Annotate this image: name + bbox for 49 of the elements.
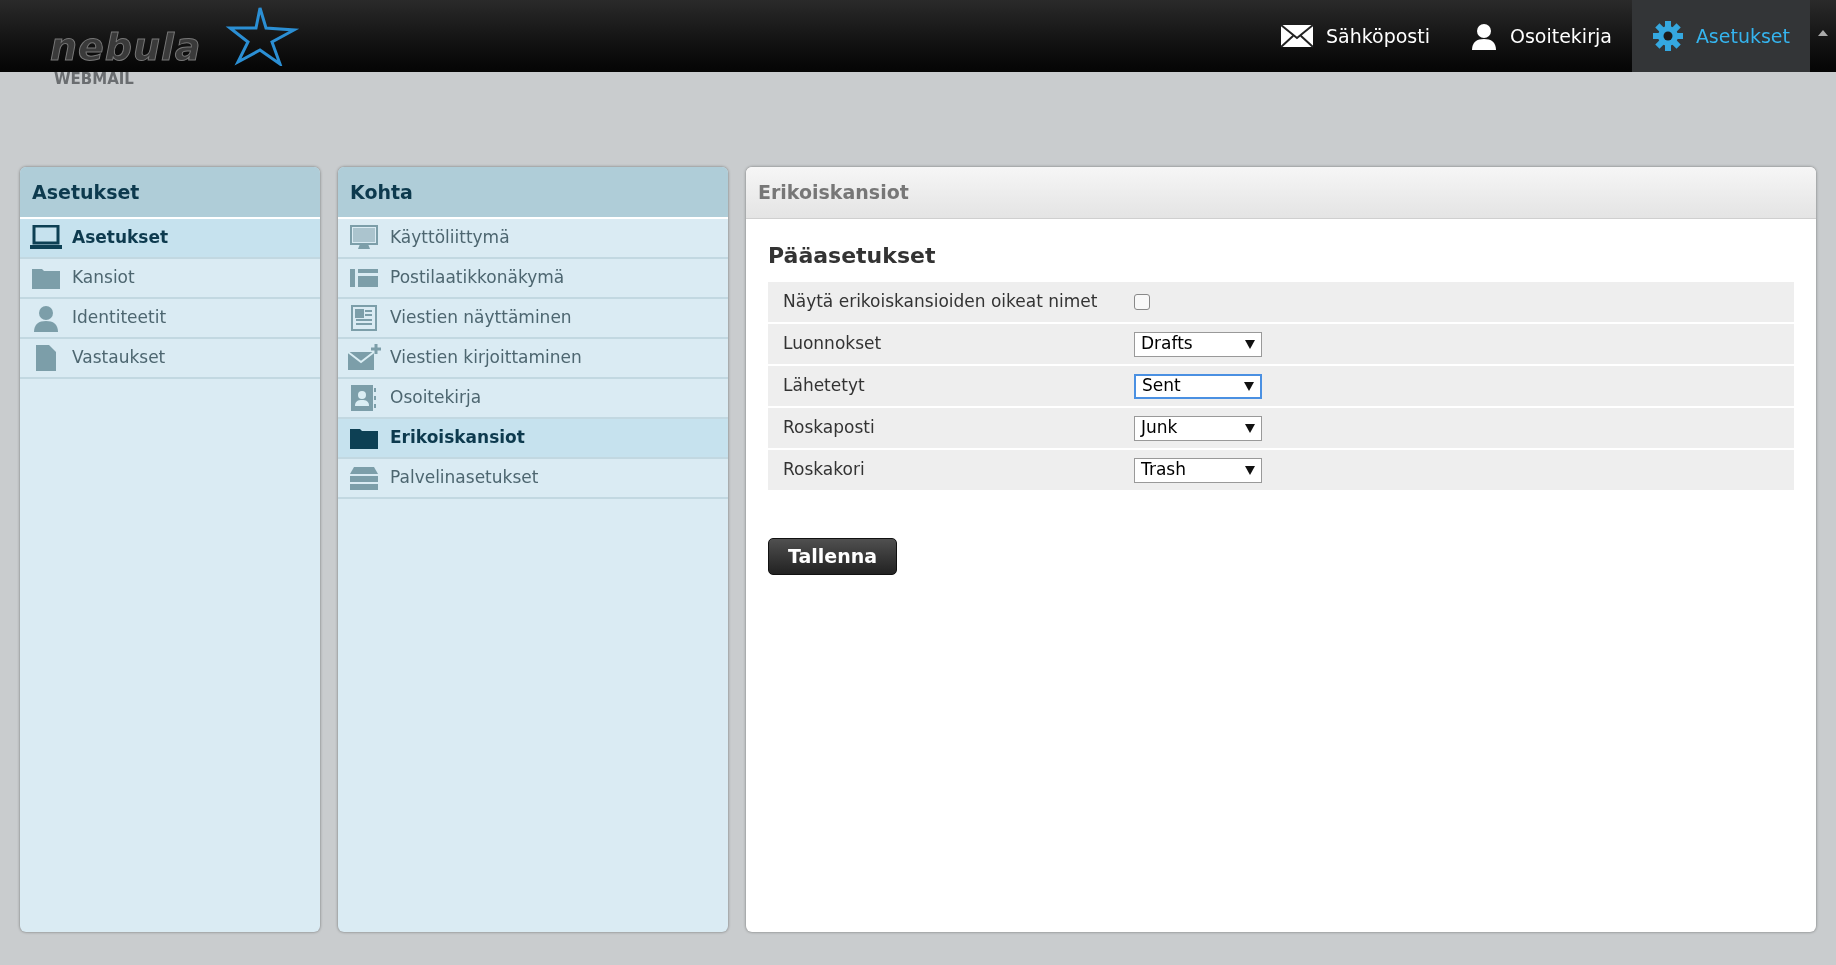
list-item[interactable]: Kansiot bbox=[20, 259, 320, 299]
dropdown-arrow-icon bbox=[1245, 339, 1255, 349]
envelope-icon bbox=[1279, 24, 1314, 48]
save-button[interactable]: Tallenna bbox=[768, 538, 898, 575]
field-label: Roskaposti bbox=[782, 416, 876, 440]
dropdown[interactable]: Sent bbox=[1134, 373, 1262, 399]
folder-icon bbox=[32, 267, 60, 289]
server-icon bbox=[350, 466, 378, 490]
dropdown[interactable]: Trash bbox=[1134, 457, 1262, 483]
dropdown[interactable]: Junk bbox=[1134, 415, 1262, 441]
field-label: Näytä erikoiskansioiden oikeat nimet bbox=[782, 290, 1099, 314]
list-item[interactable]: Vastaukset bbox=[20, 339, 320, 379]
list-item[interactable]: Asetukset bbox=[20, 219, 320, 259]
dropdown-arrow-icon bbox=[1245, 465, 1255, 475]
list-item[interactable]: Palvelinasetukset bbox=[338, 459, 728, 499]
dropdown[interactable]: Drafts bbox=[1134, 331, 1262, 357]
nav-tab[interactable]: Asetukset bbox=[1631, 0, 1810, 72]
gear-icon bbox=[1651, 20, 1684, 52]
list-item[interactable]: Postilaatikkonäkymä bbox=[338, 259, 728, 299]
nav-tab[interactable]: Sähköposti bbox=[1259, 0, 1450, 72]
person-icon bbox=[32, 304, 60, 332]
envelope-plus-icon bbox=[347, 344, 381, 372]
dropdown-arrow-icon bbox=[1245, 423, 1255, 433]
monitor-icon bbox=[350, 225, 378, 251]
field-label: Luonnokset bbox=[782, 332, 883, 356]
list-item[interactable]: Viestien kirjoittaminen bbox=[338, 339, 728, 379]
layout-icon bbox=[350, 268, 378, 288]
list-item[interactable]: Viestien näyttäminen bbox=[338, 299, 728, 339]
field-label: Roskakori bbox=[782, 458, 866, 482]
page-icon bbox=[351, 305, 377, 331]
checkbox[interactable] bbox=[1134, 294, 1150, 310]
section-heading: Pääasetukset bbox=[768, 242, 937, 270]
field-label: Lähetetyt bbox=[782, 374, 866, 398]
contact-card-icon bbox=[350, 384, 378, 412]
scroll-up-icon[interactable] bbox=[1818, 30, 1828, 36]
panel-title: Erikoiskansiot bbox=[746, 167, 1816, 219]
folder-icon bbox=[350, 427, 378, 449]
panel-title: Kohta bbox=[338, 167, 728, 219]
list-item[interactable]: Identiteetit bbox=[20, 299, 320, 339]
logo-subtitle: WEBMAIL bbox=[54, 72, 134, 87]
dropdown-arrow-icon bbox=[1244, 381, 1254, 391]
document-icon bbox=[36, 345, 56, 371]
nav-tab[interactable]: Osoitekirja bbox=[1449, 0, 1632, 72]
laptop-icon bbox=[30, 225, 62, 251]
list-item[interactable]: Erikoiskansiot bbox=[338, 419, 728, 459]
panel-title: Asetukset bbox=[20, 167, 320, 219]
logo-text: nebula bbox=[50, 28, 202, 66]
person-icon bbox=[1469, 22, 1498, 50]
list-item[interactable]: Käyttöliittymä bbox=[338, 219, 728, 259]
